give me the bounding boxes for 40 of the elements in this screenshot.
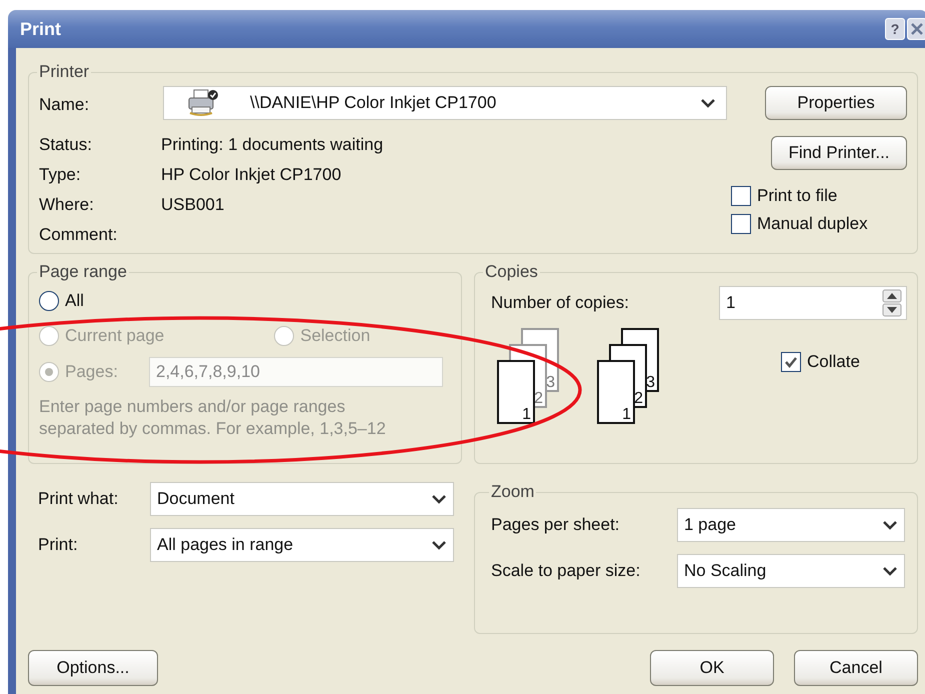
radio-label: Pages: <box>65 362 118 382</box>
radio-label: Selection <box>300 326 370 346</box>
dropdown[interactable]: Document <box>150 482 454 516</box>
dropdown[interactable]: 1 page <box>677 508 905 542</box>
checkbox-label: Print to file <box>757 186 838 206</box>
page-stack-drawing: 3 2 1 <box>495 328 565 426</box>
hint-text: Enter page numbers and/or page ranges separated by commas. For example, 1,3,5–12 <box>39 396 387 440</box>
printer-dropdown[interactable]: \\DANIE\HP Color Inkjet CP1700 <box>163 86 727 120</box>
checkbox-label: Manual duplex <box>757 214 868 234</box>
info-value: USB001 <box>161 195 226 215</box>
checkbox-label: Collate <box>807 352 860 372</box>
info-label: Where: <box>39 195 95 215</box>
info-label: Comment: <box>39 225 118 245</box>
info-label: Status: <box>39 135 93 155</box>
group-label: Copies <box>484 262 539 282</box>
field-label: Number of copies: <box>491 293 629 313</box>
group-label: Page range <box>38 262 128 282</box>
options-button[interactable]: Options... <box>28 650 158 686</box>
help-button[interactable]: ? <box>885 18 905 40</box>
field-label: Print: <box>38 535 79 555</box>
properties-button[interactable]: Properties <box>765 86 907 120</box>
field-label: Print what: <box>38 489 120 509</box>
cancel-button[interactable]: Cancel <box>794 650 918 686</box>
info-label: Type: <box>39 165 82 185</box>
group-label: Zoom <box>490 482 536 502</box>
radio-label: Current page <box>65 326 164 346</box>
radio-label: All <box>65 291 84 311</box>
dropdown[interactable]: All pages in range <box>150 528 454 562</box>
field-label: Name: <box>39 95 90 115</box>
field-label: Pages per sheet: <box>491 515 621 535</box>
info-value: Printing: 1 documents waiting <box>161 135 384 155</box>
page-stack-drawing: 3 2 1 <box>595 328 665 426</box>
ok-button[interactable]: OK <box>650 650 774 686</box>
info-value: HP Color Inkjet CP1700 <box>161 165 342 185</box>
copies-spinner[interactable]: 1 <box>719 286 907 320</box>
group-label: Printer <box>38 62 90 82</box>
field-label: Scale to paper size: <box>491 561 642 581</box>
dropdown[interactable]: No Scaling <box>677 554 905 588</box>
find-printer-button[interactable]: Find Printer... <box>771 136 907 170</box>
window-title: Print <box>20 18 62 40</box>
